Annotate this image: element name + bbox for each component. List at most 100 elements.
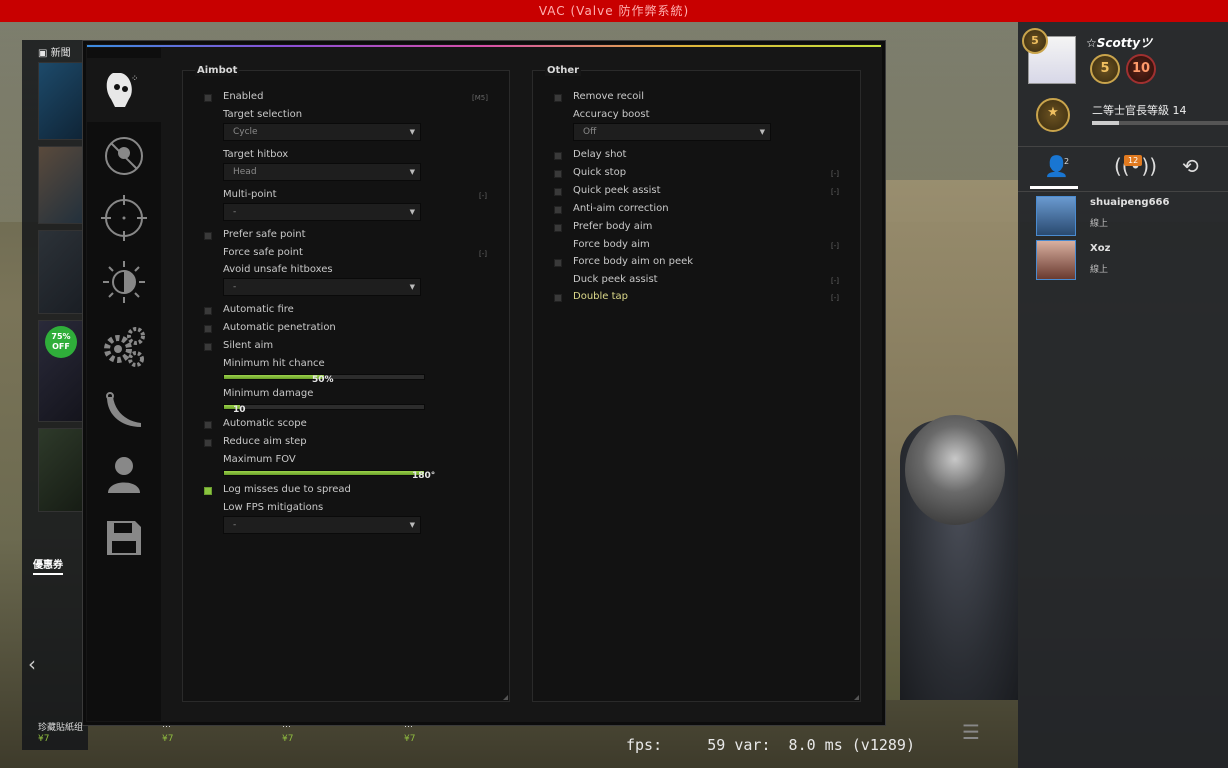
double-tap-checkbox[interactable] [554, 294, 562, 302]
chevron-down-icon: ▼ [409, 208, 415, 216]
store-item-price: ¥7 [38, 734, 50, 744]
low-fps-label: Low FPS mitigations [223, 502, 324, 513]
min-damage-slider[interactable] [223, 404, 425, 410]
gears-icon [104, 327, 145, 367]
max-fov-slider[interactable] [223, 470, 425, 476]
reduce-aim-step-checkbox[interactable] [204, 439, 212, 447]
automatic-penetration-label: Automatic penetration [223, 322, 336, 333]
multipoint-dropdown[interactable]: - ▼ [223, 203, 421, 221]
silent-aim-label: Silent aim [223, 340, 274, 351]
enabled-checkbox[interactable] [204, 94, 212, 102]
nav-players[interactable] [87, 442, 161, 506]
news-thumb-3[interactable] [38, 230, 84, 314]
medal-5-icon[interactable]: 5 [1090, 54, 1120, 84]
friend-name[interactable]: Xoz [1090, 243, 1110, 254]
store-item-name[interactable]: 珍藏貼紙组 [38, 720, 83, 733]
rank-emblem-icon[interactable]: ★ [1036, 98, 1070, 132]
medal-10-icon[interactable]: 10 [1126, 54, 1156, 84]
force-body-aim-keybind[interactable]: [-] [831, 242, 839, 250]
user-icon [108, 457, 140, 493]
automatic-scope-checkbox[interactable] [204, 421, 212, 429]
force-body-aim-peek-checkbox[interactable] [554, 259, 562, 267]
enabled-label: Enabled [223, 91, 264, 102]
chevron-down-icon: ▼ [409, 168, 415, 176]
friend-avatar[interactable] [1036, 240, 1076, 280]
quick-peek-checkbox[interactable] [554, 188, 562, 196]
settings-sliders-icon[interactable]: ☰ [962, 720, 980, 744]
target-hitbox-label: Target hitbox [223, 149, 289, 160]
store-item-price: ¥7 [404, 734, 416, 744]
rank-label: 二等士官長等級 14 [1092, 104, 1187, 117]
rank-progress-fill [1092, 121, 1120, 125]
low-fps-dropdown[interactable]: - ▼ [223, 516, 421, 534]
accuracy-boost-label: Accuracy boost [573, 109, 650, 120]
double-tap-keybind[interactable]: [-] [831, 294, 839, 302]
automatic-fire-label: Automatic fire [223, 304, 294, 315]
min-hit-chance-label: Minimum hit chance [223, 358, 325, 369]
automatic-scope-label: Automatic scope [223, 418, 307, 429]
friend-avatar[interactable] [1036, 196, 1076, 236]
min-hit-chance-fill [224, 375, 324, 379]
fps-overlay: fps: 59 var: 8.0 ms (v1289) [626, 736, 915, 754]
profile-name[interactable]: ☆Scottyツ [1086, 34, 1152, 51]
chevron-down-icon: ▼ [759, 128, 765, 136]
news-thumb-1[interactable] [38, 62, 84, 140]
aimbot-group-title: Aimbot [195, 65, 240, 76]
quick-peek-keybind[interactable]: [-] [831, 188, 839, 196]
duck-peek-keybind[interactable]: [-] [831, 277, 839, 285]
nav-config[interactable] [87, 506, 161, 570]
news-thumb-2[interactable] [38, 146, 84, 224]
prefer-safe-point-checkbox[interactable] [204, 232, 212, 240]
coupon-tab[interactable]: 優惠券 [33, 556, 63, 575]
rank-progress-bar [1092, 121, 1228, 125]
nav-misc[interactable] [87, 250, 161, 314]
resize-handle[interactable] [503, 695, 508, 700]
anti-aim-correction-checkbox[interactable] [554, 206, 562, 214]
active-tab-indicator [1030, 186, 1078, 189]
automatic-penetration-checkbox[interactable] [204, 325, 212, 333]
target-selection-label: Target selection [223, 109, 303, 120]
accuracy-boost-dropdown[interactable]: Off ▼ [573, 123, 771, 141]
target-selection-dropdown[interactable]: Cycle ▼ [223, 123, 421, 141]
save-icon [107, 521, 141, 555]
enabled-keybind[interactable]: [M5] [472, 94, 488, 102]
quick-stop-checkbox[interactable] [554, 170, 562, 178]
friend-name[interactable]: shuaipeng666 [1090, 197, 1169, 208]
min-hit-chance-value: 50% [312, 375, 334, 385]
nav-aimbot[interactable]: ⁘ [87, 58, 161, 122]
other-group-title: Other [545, 65, 582, 76]
avoid-unsafe-dropdown[interactable]: - ▼ [223, 278, 421, 296]
remove-recoil-checkbox[interactable] [554, 94, 562, 102]
news-thumb-5[interactable] [38, 428, 84, 512]
menu-accent-bar [87, 45, 881, 47]
nav-antiaim[interactable] [87, 124, 161, 188]
news-header[interactable]: ▣ 新聞 [38, 44, 71, 59]
friend-status: 線上 [1090, 265, 1109, 275]
force-safe-point-keybind[interactable]: [-] [479, 250, 487, 258]
resize-handle[interactable] [854, 695, 859, 700]
anti-aim-correction-label: Anti-aim correction [573, 203, 669, 214]
prefer-safe-point-label: Prefer safe point [223, 229, 306, 240]
news-icon: ▣ [38, 48, 51, 59]
crosshair-icon [101, 195, 147, 241]
delay-shot-checkbox[interactable] [554, 152, 562, 160]
target-hitbox-dropdown[interactable]: Head ▼ [223, 163, 421, 181]
min-damage-label: Minimum damage [223, 388, 314, 399]
automatic-fire-checkbox[interactable] [204, 307, 212, 315]
social-panel [1018, 22, 1228, 768]
nav-visuals[interactable] [87, 186, 161, 250]
history-tab-icon[interactable]: ⟲ [1182, 154, 1199, 178]
quick-stop-keybind[interactable]: [-] [831, 170, 839, 178]
log-misses-checkbox[interactable] [204, 487, 212, 495]
avoid-unsafe-label: Avoid unsafe hitboxes [223, 264, 333, 275]
silent-aim-checkbox[interactable] [204, 343, 212, 351]
chevron-down-icon: ▼ [409, 283, 415, 291]
prefer-body-aim-checkbox[interactable] [554, 224, 562, 232]
no-crosshair-icon [105, 137, 143, 175]
nav-settings[interactable] [87, 314, 161, 378]
chevron-left-icon[interactable]: ‹ [28, 652, 36, 676]
nav-skins[interactable] [87, 378, 161, 442]
duck-peek-label: Duck peek assist [573, 274, 658, 285]
friends-count-badge: 2 [1064, 157, 1070, 166]
multipoint-keybind[interactable]: [-] [479, 192, 487, 200]
